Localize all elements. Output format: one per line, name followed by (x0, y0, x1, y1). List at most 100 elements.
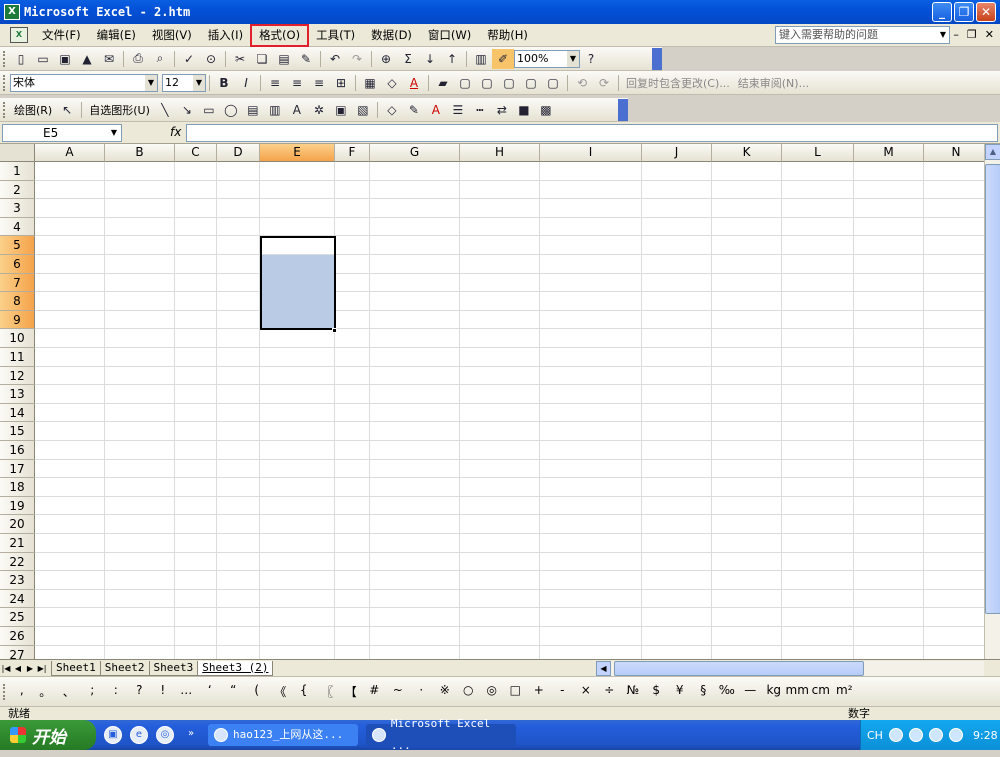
print-icon[interactable]: ⎙ (127, 49, 149, 69)
column-header[interactable]: C (175, 144, 217, 162)
toolbar-grip[interactable] (3, 101, 6, 118)
text-color-icon[interactable]: A (425, 100, 447, 120)
column-header[interactable]: D (217, 144, 260, 162)
workbook-icon[interactable]: X (10, 27, 28, 43)
symbol-button[interactable]: - (551, 683, 575, 700)
align-left-icon[interactable]: ≡ (264, 73, 286, 93)
scroll-up-icon[interactable]: ▲ (985, 144, 1000, 160)
start-button[interactable]: 开始 (0, 720, 96, 750)
cut-icon[interactable]: ✂ (229, 49, 251, 69)
browser-icon[interactable]: e (130, 726, 148, 744)
symbol-button[interactable]: — (739, 683, 763, 700)
row-header[interactable]: 18 (0, 478, 35, 497)
italic-icon[interactable]: I (235, 73, 257, 93)
symbol-button[interactable]: # (363, 683, 387, 700)
symbol-button[interactable]: ( (245, 683, 269, 700)
row-header[interactable]: 2 (0, 180, 35, 200)
borders-icon[interactable]: ▦ (359, 73, 381, 93)
close-button[interactable]: ✕ (976, 2, 996, 22)
workbook-close-button[interactable]: ✕ (985, 28, 994, 41)
oval-icon[interactable]: ◯ (220, 100, 242, 120)
row-header[interactable]: 22 (0, 552, 35, 572)
taskbar-task[interactable]: hao123_上网从这... (208, 724, 358, 746)
new-icon[interactable]: ▯ (10, 49, 32, 69)
symbol-button[interactable]: ※ (433, 683, 457, 700)
menu-item[interactable]: 格式(O) (250, 23, 310, 47)
restore-button[interactable]: ❐ (954, 2, 974, 22)
symbol-button[interactable]: 、 (57, 683, 81, 700)
save-icon[interactable]: ▣ (54, 49, 76, 69)
tray-expand-icon[interactable] (888, 728, 903, 742)
chart-wizard-icon[interactable]: ▥ (470, 49, 492, 69)
textbox-icon[interactable]: ▤ (242, 100, 264, 120)
menu-item[interactable]: 插入(I) (200, 25, 251, 46)
menu-item[interactable]: 编辑(E) (89, 25, 144, 46)
row-header[interactable]: 21 (0, 534, 35, 553)
select-objects-icon[interactable]: ↖ (56, 100, 78, 120)
menu-item[interactable]: 数据(D) (363, 25, 420, 46)
row-header[interactable]: 6 (0, 255, 35, 274)
symbol-button[interactable]: · (410, 683, 434, 700)
end-review-button[interactable]: 结束审阅(N)... (734, 75, 813, 91)
column-header[interactable]: K (712, 144, 782, 162)
align-center-icon[interactable]: ≡ (286, 73, 308, 93)
symbol-button[interactable]: ¥ (668, 683, 692, 700)
font-color-icon[interactable]: A (403, 73, 425, 93)
row-header[interactable]: 25 (0, 608, 35, 627)
minimize-button[interactable]: _ (932, 2, 952, 22)
track-changes-icon[interactable]: ▢ (542, 73, 564, 93)
row-header[interactable]: 4 (0, 217, 35, 237)
vertical-scroll-thumb[interactable] (985, 164, 1000, 614)
row-header[interactable]: 15 (0, 422, 35, 441)
vertical-textbox-icon[interactable]: ▥ (264, 100, 286, 120)
merge-center-icon[interactable]: ⊞ (330, 73, 352, 93)
symbol-button[interactable]: : (104, 683, 128, 700)
name-box[interactable]: E5 ▼ (2, 124, 122, 142)
row-header[interactable]: 11 (0, 348, 35, 367)
edit-comment-icon[interactable]: ▢ (476, 73, 498, 93)
line-style-icon[interactable]: ☰ (447, 100, 469, 120)
column-header[interactable]: I (540, 144, 642, 162)
delete-comment-icon[interactable]: ▢ (498, 73, 520, 93)
formula-input[interactable] (186, 124, 998, 142)
workbook-minimize-button[interactable]: – (953, 28, 959, 41)
column-header[interactable]: E (260, 144, 335, 162)
arrow-style-icon[interactable]: ⇄ (491, 100, 513, 120)
symbol-button[interactable]: mm (786, 683, 810, 700)
picture-icon[interactable]: ▧ (352, 100, 374, 120)
sheet-tab[interactable]: Sheet3 (148, 660, 199, 676)
row-header[interactable]: 9 (0, 310, 35, 330)
horizontal-scroll-thumb[interactable] (614, 661, 864, 676)
symbol-button[interactable]: ◎ (480, 683, 504, 700)
horizontal-scrollbar[interactable]: ◀ (596, 661, 984, 676)
column-header[interactable]: F (335, 144, 370, 162)
column-header[interactable]: L (782, 144, 854, 162)
show-all-comments-icon[interactable]: ▰ (432, 73, 454, 93)
fill-color-icon[interactable]: ◇ (381, 73, 403, 93)
wordart-icon[interactable]: A (286, 100, 308, 120)
symbol-button[interactable]: ? (128, 683, 152, 700)
column-header[interactable]: N (924, 144, 984, 162)
insert-function-icon[interactable]: fx (170, 125, 181, 139)
row-header[interactable]: 12 (0, 366, 35, 386)
row-header[interactable]: 26 (0, 627, 35, 646)
row-header[interactable]: 13 (0, 385, 35, 404)
autoshapes-menu-button[interactable]: 自选图形(U) (85, 102, 154, 118)
undo-icon[interactable]: ↶ (324, 49, 346, 69)
symbol-button[interactable]: ! (151, 683, 175, 700)
chevron-down-icon[interactable]: ▼ (107, 125, 121, 141)
symbol-button[interactable]: ÷ (598, 683, 622, 700)
new-comment-icon[interactable]: ▢ (454, 73, 476, 93)
symbol-button[interactable]: ‰ (715, 683, 739, 700)
3d-icon[interactable]: ▩ (535, 100, 557, 120)
column-header[interactable]: J (642, 144, 712, 162)
ink-icon[interactable]: ▢ (520, 73, 542, 93)
language-indicator[interactable]: CH (867, 729, 883, 742)
taskbar-task[interactable]: Microsoft Excel ... (366, 717, 516, 752)
rectangle-icon[interactable]: ▭ (198, 100, 220, 120)
align-right-icon[interactable]: ≡ (308, 73, 330, 93)
line-color-icon[interactable]: ✎ (403, 100, 425, 120)
next-sheet-icon[interactable]: ▶ (24, 664, 36, 673)
menu-item[interactable]: 文件(F) (34, 25, 89, 46)
symbol-button[interactable]: $ (645, 683, 669, 700)
